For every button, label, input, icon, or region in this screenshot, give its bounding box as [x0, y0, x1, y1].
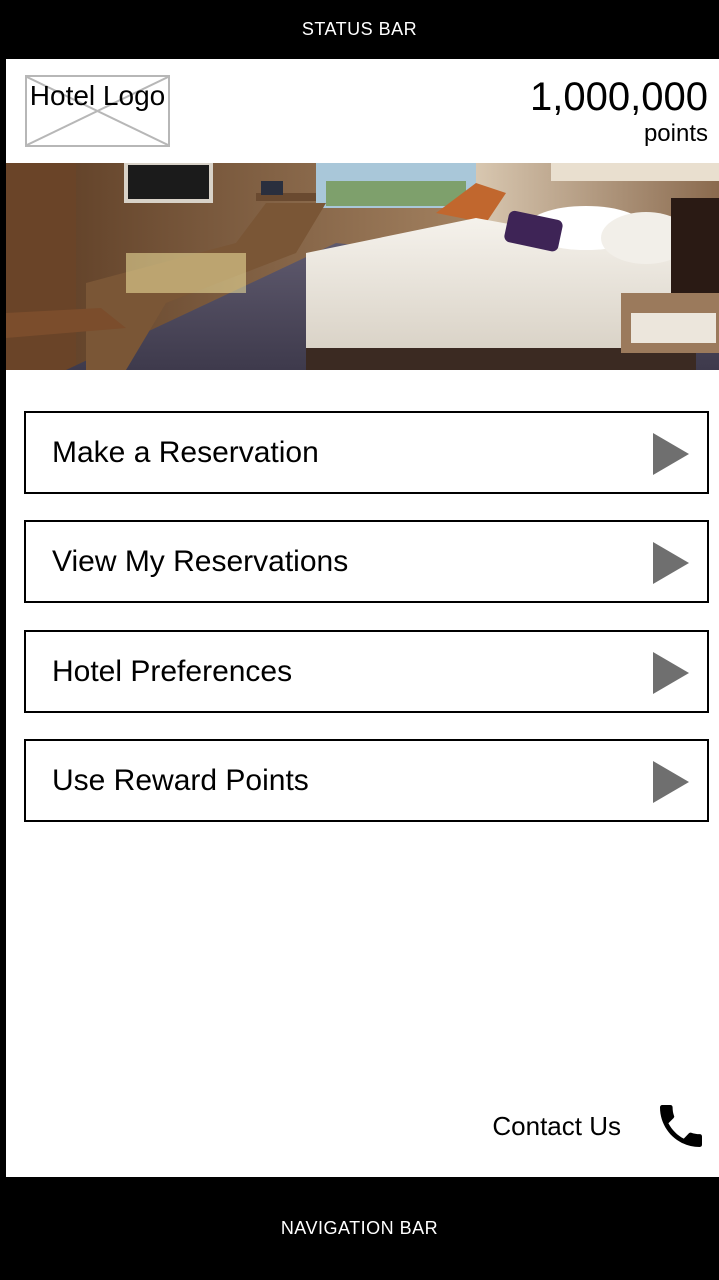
points-value: 1,000,000	[530, 75, 708, 119]
menu-item-label: Hotel Preferences	[52, 655, 293, 688]
hotel-room-hero-image	[6, 163, 719, 370]
play-arrow-icon	[653, 652, 689, 694]
menu-item-label: Use Reward Points	[52, 764, 309, 797]
menu-item-use-reward-points[interactable]: Use Reward Points	[24, 739, 709, 822]
status-bar-label: STATUS BAR	[301, 19, 418, 39]
play-arrow-icon	[653, 542, 689, 584]
menu-item-make-reservation[interactable]: Make a Reservation	[24, 411, 709, 494]
contact-us-link[interactable]: Contact Us	[492, 1095, 709, 1157]
menu-item-label: Make a Reservation	[52, 436, 319, 469]
menu-item-hotel-preferences[interactable]: Hotel Preferences	[24, 630, 709, 713]
play-arrow-icon	[653, 433, 689, 475]
play-arrow-icon	[653, 761, 689, 803]
menu-item-label: View My Reservations	[52, 545, 349, 578]
navigation-bar: NAVIGATION BAR	[0, 1177, 719, 1280]
menu-item-view-reservations[interactable]: View My Reservations	[24, 520, 709, 603]
phone-icon	[660, 1105, 702, 1147]
status-bar: STATUS BAR	[0, 0, 719, 59]
hotel-logo-placeholder: Hotel Logo	[25, 75, 170, 147]
contact-us-label: Contact Us	[492, 1110, 621, 1141]
logo-text: Hotel Logo	[29, 80, 166, 111]
navigation-bar-label: NAVIGATION BAR	[280, 1218, 439, 1238]
points-label: points	[643, 120, 708, 147]
